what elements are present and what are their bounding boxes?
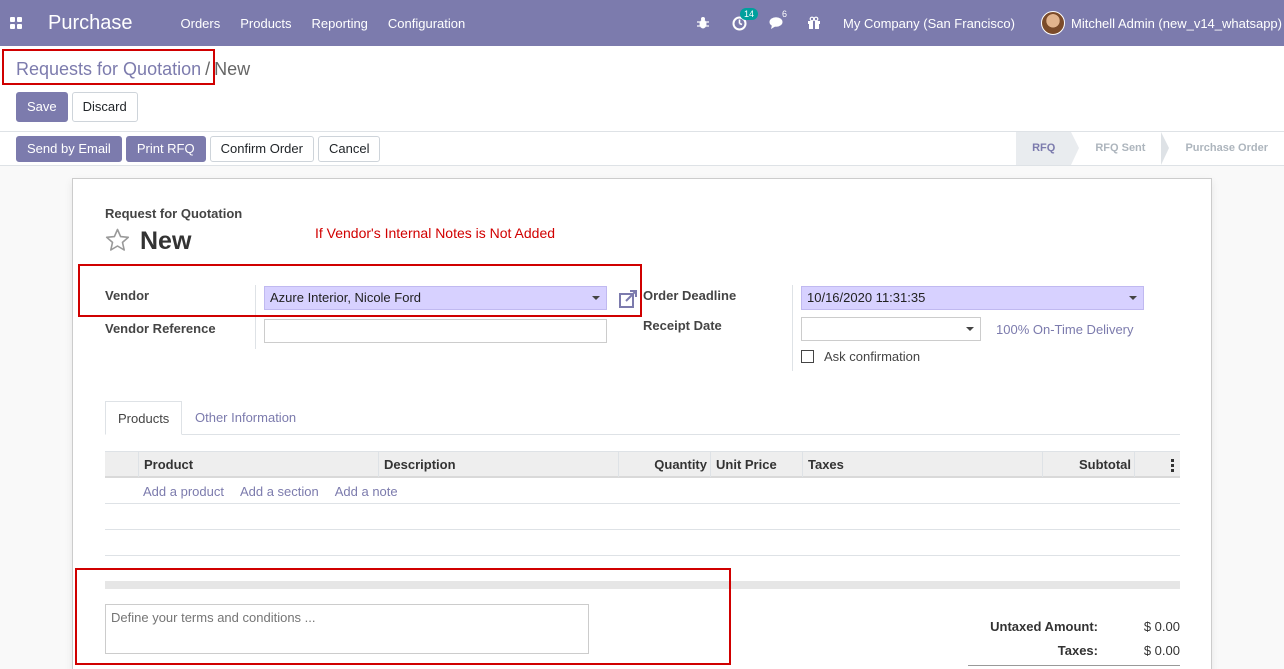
table-row: Add a product Add a section Add a note — [105, 478, 1180, 504]
column-taxes[interactable]: Taxes — [802, 452, 1043, 477]
dropdown-caret-icon — [1129, 296, 1137, 300]
cancel-button[interactable]: Cancel — [317, 136, 381, 162]
systray: 14 6 My Company (San Francisco) Mitchell… — [696, 0, 1284, 46]
control-panel: Requests for Quotation / New Save Discard — [0, 46, 1284, 132]
field-separator — [792, 285, 793, 371]
dropdown-caret-icon — [966, 327, 974, 331]
breadcrumb-current: New — [214, 59, 251, 79]
user-name: Mitchell Admin (new_v14_whatsapp) — [1071, 15, 1282, 31]
menu-reporting[interactable]: Reporting — [312, 16, 368, 31]
vendor-reference-label: Vendor Reference — [105, 321, 216, 336]
app-name[interactable]: Purchase — [48, 12, 133, 35]
taxes-value: $ 0.00 — [1143, 643, 1180, 658]
field-separator — [255, 285, 256, 349]
table-row — [105, 504, 1180, 530]
stage-rfq[interactable]: RFQ — [1016, 132, 1080, 165]
main-menu: Orders Products Reporting Configuration — [181, 16, 486, 31]
order-totals: Untaxed Amount: $ 0.00 Taxes: $ 0.00 — [968, 619, 1180, 667]
doc-type-label: Request for Quotation — [105, 206, 243, 221]
message-count: 6 — [782, 9, 788, 19]
dropdown-caret-icon — [592, 296, 600, 300]
gift-icon[interactable] — [807, 16, 821, 30]
add-product-link[interactable]: Add a product — [143, 484, 224, 499]
add-section-link[interactable]: Add a section — [240, 484, 319, 499]
table-row — [105, 530, 1180, 556]
avatar — [1041, 11, 1065, 35]
status-bar: Send by Email Print RFQ Confirm Order Ca… — [0, 132, 1284, 166]
activity-count-badge: 14 — [740, 7, 759, 20]
vendor-label: Vendor — [105, 288, 150, 303]
notebook-tabs: Products Other Information — [105, 401, 1180, 435]
tab-products[interactable]: Products — [105, 401, 183, 435]
breadcrumb-separator: / — [205, 59, 211, 79]
column-quantity[interactable]: Quantity — [618, 452, 712, 477]
column-subtotal[interactable]: Subtotal — [1042, 452, 1136, 477]
user-menu[interactable]: Mitchell Admin (new_v14_whatsapp) — [1041, 11, 1282, 35]
on-time-delivery-link[interactable]: 100% On-Time Delivery — [996, 322, 1134, 337]
apps-grid-icon[interactable] — [0, 0, 32, 46]
send-by-email-button[interactable]: Send by Email — [16, 136, 122, 162]
chat-icon[interactable]: 6 — [769, 9, 787, 30]
status-actions: Send by Email Print RFQ Confirm Order Ca… — [16, 136, 381, 162]
menu-configuration[interactable]: Configuration — [388, 16, 465, 31]
form-buttons: Save Discard — [16, 92, 138, 122]
menu-products[interactable]: Products — [240, 16, 291, 31]
activity-clock-icon[interactable]: 14 — [732, 7, 759, 31]
stage-purchase-order[interactable]: Purchase Order — [1161, 132, 1284, 165]
bug-icon[interactable] — [696, 16, 710, 30]
column-product[interactable]: Product — [138, 452, 380, 477]
untaxed-amount-row: Untaxed Amount: $ 0.00 — [968, 619, 1180, 643]
handle-column — [105, 452, 138, 477]
star-icon[interactable] — [105, 228, 130, 255]
order-deadline-value: 10/16/2020 11:31:35 — [807, 290, 926, 305]
confirm-order-button[interactable]: Confirm Order — [209, 136, 314, 162]
order-deadline-label: Order Deadline — [643, 288, 737, 303]
company-switcher[interactable]: My Company (San Francisco) — [843, 16, 1015, 31]
order-deadline-picker[interactable]: 10/16/2020 11:31:35 — [801, 286, 1144, 310]
discard-button[interactable]: Discard — [71, 92, 138, 122]
breadcrumb-parent[interactable]: Requests for Quotation — [16, 59, 201, 79]
external-link-icon[interactable] — [618, 289, 638, 312]
ask-confirmation-checkbox[interactable] — [801, 350, 814, 363]
breadcrumb: Requests for Quotation / New — [16, 59, 250, 80]
table-header: Product Description Quantity Unit Price … — [105, 451, 1180, 478]
menu-orders[interactable]: Orders — [181, 16, 221, 31]
doc-name: New — [140, 227, 192, 255]
taxes-row: Taxes: $ 0.00 — [968, 643, 1180, 667]
stage-rfq-sent[interactable]: RFQ Sent — [1071, 132, 1170, 165]
save-button[interactable]: Save — [16, 92, 68, 122]
untaxed-amount-label: Untaxed Amount: — [990, 619, 1098, 634]
vendor-select[interactable]: Azure Interior, Nicole Ford — [264, 286, 607, 310]
tab-other-information[interactable]: Other Information — [183, 401, 308, 435]
ask-confirmation-label: Ask confirmation — [824, 349, 921, 364]
vendor-reference-input[interactable] — [264, 319, 607, 343]
untaxed-amount-value: $ 0.00 — [1143, 619, 1180, 634]
table-footer-bar — [105, 581, 1180, 589]
annotation-note: If Vendor's Internal Notes is Not Added — [315, 225, 556, 241]
taxes-label: Taxes: — [1057, 643, 1098, 658]
vendor-value: Azure Interior, Nicole Ford — [270, 290, 422, 305]
order-lines-table: Product Description Quantity Unit Price … — [105, 451, 1180, 556]
doc-title: New — [105, 227, 191, 256]
stage-pipeline: RFQ RFQ Sent Purchase Order — [1016, 132, 1284, 165]
column-unit-price[interactable]: Unit Price — [710, 452, 804, 477]
totals-divider — [968, 665, 1180, 666]
print-rfq-button[interactable]: Print RFQ — [125, 136, 206, 162]
receipt-date-picker[interactable] — [801, 317, 981, 341]
column-description[interactable]: Description — [378, 452, 620, 477]
terms-and-conditions-input[interactable] — [105, 604, 589, 654]
kebab-menu-icon — [1171, 459, 1174, 472]
add-line-links: Add a product Add a section Add a note — [143, 484, 398, 499]
form-sheet: Request for Quotation New If Vendor's In… — [72, 178, 1212, 669]
top-navbar: Purchase Orders Products Reporting Confi… — [0, 0, 1284, 46]
add-note-link[interactable]: Add a note — [335, 484, 398, 499]
receipt-date-label: Receipt Date — [643, 318, 722, 333]
optional-columns-toggle[interactable] — [1134, 452, 1180, 477]
